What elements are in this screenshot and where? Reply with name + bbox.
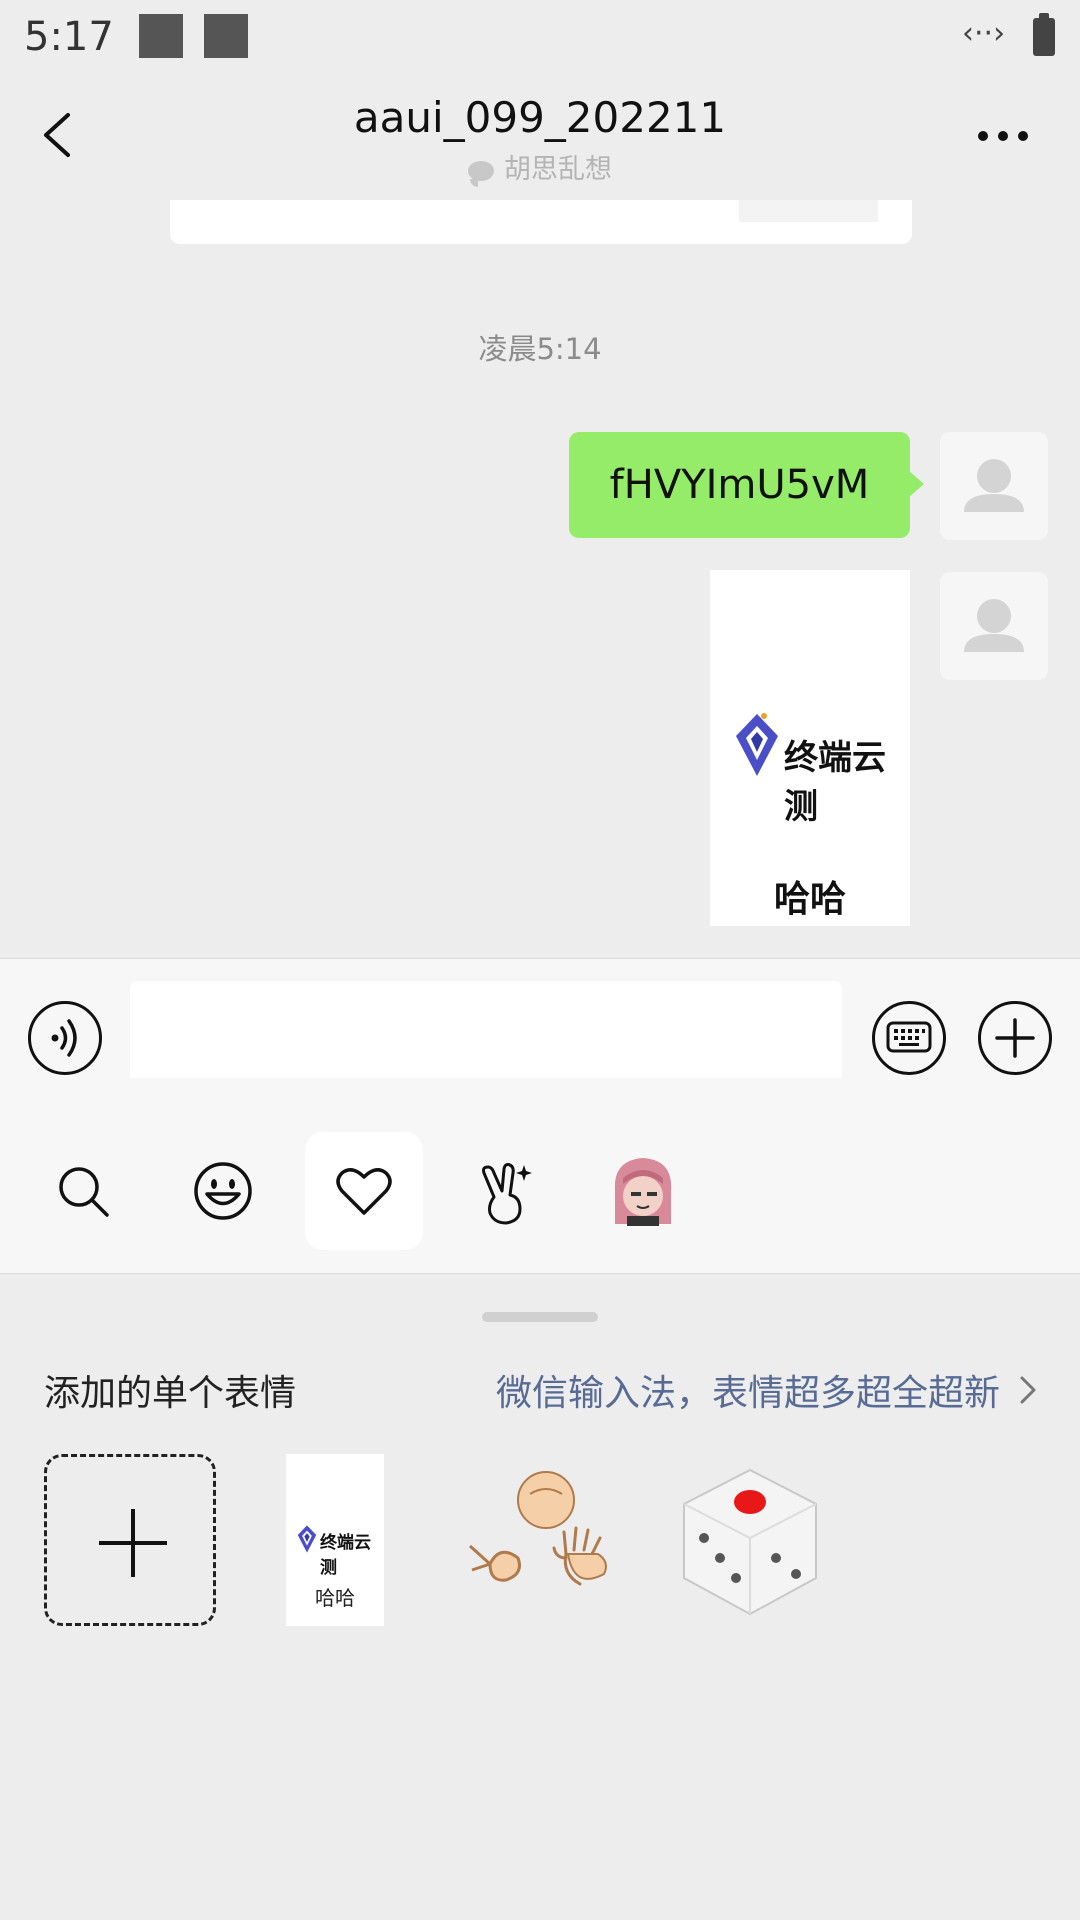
tab-search[interactable] bbox=[24, 1132, 142, 1250]
chat-bubble-icon bbox=[468, 160, 494, 187]
tab-emoji[interactable] bbox=[164, 1132, 282, 1250]
message-input[interactable] bbox=[130, 981, 842, 1089]
anime-character-icon bbox=[614, 1158, 672, 1226]
tab-gestures[interactable] bbox=[445, 1132, 563, 1250]
panel-title: 添加的单个表情 bbox=[44, 1373, 297, 1414]
add-sticker-button[interactable] bbox=[44, 1454, 216, 1626]
search-icon bbox=[59, 1167, 109, 1217]
voice-input-button[interactable] bbox=[28, 1001, 102, 1075]
add-icon bbox=[99, 1509, 167, 1577]
status-time: 5:17 bbox=[24, 14, 114, 60]
ime-promo-link[interactable]: 微信输入法，表情超多超全超新 bbox=[496, 1364, 1000, 1416]
chat-subtitle: 胡思乱想 bbox=[0, 147, 1080, 187]
avatar[interactable] bbox=[940, 432, 1048, 540]
brand-logo-icon bbox=[736, 713, 778, 776]
sticker-panel: 添加的单个表情 微信输入法，表情超多超全超新 终端云测 哈哈 bbox=[0, 1274, 1080, 1920]
input-bar bbox=[0, 958, 1080, 1089]
keyboard-button[interactable] bbox=[872, 1001, 946, 1075]
chat-status-text: 胡思乱想 bbox=[504, 154, 612, 185]
data-link-icon: ‹··› bbox=[962, 16, 1006, 51]
tab-sticker-pack[interactable] bbox=[585, 1132, 703, 1250]
user-avatar-icon bbox=[964, 459, 1024, 512]
sticker-caption: 哈哈 bbox=[773, 879, 846, 920]
chat-title: aaui_099_202211 bbox=[353, 93, 727, 142]
keyboard-icon bbox=[886, 1021, 932, 1053]
plus-icon bbox=[995, 1018, 1035, 1058]
drag-handle[interactable] bbox=[482, 1312, 598, 1322]
hand-gesture-icon bbox=[482, 1163, 532, 1225]
sticker-item-brand[interactable]: 终端云测 哈哈 bbox=[286, 1454, 458, 1626]
more-options-icon[interactable] bbox=[976, 131, 1030, 143]
sticker-message[interactable]: 终端云测 哈哈 bbox=[710, 570, 910, 926]
sticker-brand-text: 终端云测 bbox=[784, 738, 886, 827]
notification-icon bbox=[204, 14, 248, 58]
message-timestamp: 凌晨5:14 bbox=[478, 332, 602, 366]
dice-icon bbox=[683, 1468, 817, 1616]
voice-icon bbox=[51, 1019, 77, 1057]
heart-icon bbox=[336, 1168, 392, 1215]
tab-favorites[interactable] bbox=[305, 1132, 423, 1250]
chevron-right-icon[interactable] bbox=[1018, 1374, 1038, 1406]
battery-icon bbox=[1033, 13, 1055, 56]
previous-message-card[interactable] bbox=[170, 200, 912, 244]
sticker-brand-text: 终端云测 bbox=[320, 1533, 371, 1578]
sticker-item-rock-paper-scissors[interactable] bbox=[460, 1454, 632, 1626]
status-bar: 5:17 ‹··› bbox=[0, 0, 1080, 75]
card-thumbnail bbox=[739, 200, 878, 222]
chat-messages[interactable]: 凌晨5:14 fHVYImU5vM 终端云测 哈哈 bbox=[0, 200, 1080, 958]
sticker-caption: 哈哈 bbox=[315, 1586, 355, 1610]
rock-paper-scissors-icon bbox=[468, 1471, 607, 1586]
notification-icon bbox=[139, 14, 183, 58]
sticker-item-dice[interactable] bbox=[664, 1454, 836, 1626]
user-avatar-icon bbox=[964, 599, 1024, 652]
avatar[interactable] bbox=[940, 572, 1048, 680]
text-message-bubble[interactable]: fHVYImU5vM bbox=[569, 432, 924, 538]
chat-header: aaui_099_202211 胡思乱想 bbox=[0, 75, 1080, 200]
brand-logo-icon bbox=[297, 1525, 317, 1553]
more-functions-button[interactable] bbox=[978, 1001, 1052, 1075]
smiley-icon bbox=[194, 1162, 252, 1220]
brand-sticker: 终端云测 哈哈 bbox=[286, 1454, 384, 1626]
emoji-category-tabs bbox=[0, 1078, 1080, 1274]
